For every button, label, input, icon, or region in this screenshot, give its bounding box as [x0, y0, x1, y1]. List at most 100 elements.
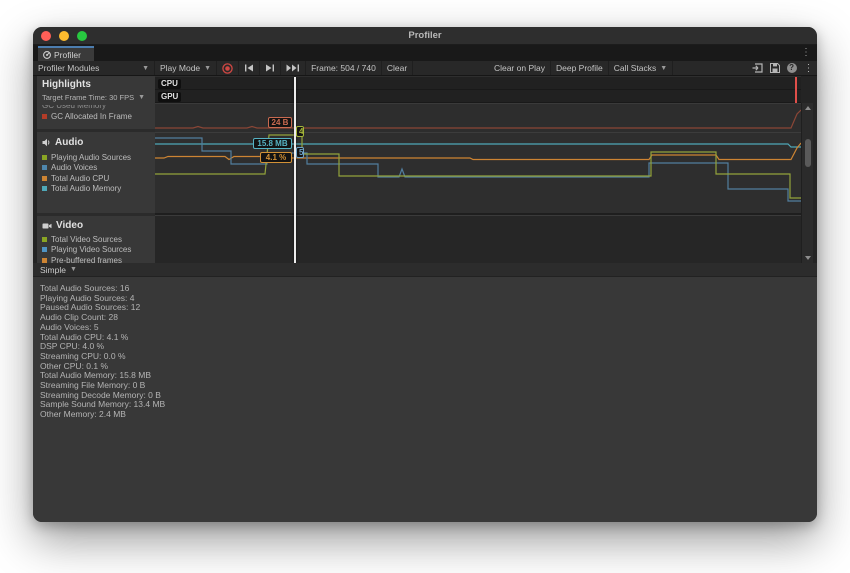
- scrollbar-thumb[interactable]: [805, 139, 811, 167]
- legend-color-swatch: [42, 237, 47, 242]
- play-mode-dropdown[interactable]: Play Mode▼: [155, 61, 217, 75]
- charts-section: Highlights Target Frame Time: 30 FPS ▼ G…: [33, 76, 817, 263]
- video-camera-icon: [42, 222, 52, 230]
- audio-chart-band[interactable]: [155, 132, 801, 213]
- gpu-row-label: GPU: [158, 92, 181, 102]
- module-video[interactable]: Video Total Video Sources Playing Video …: [37, 216, 155, 263]
- modules-sidebar: Highlights Target Frame Time: 30 FPS ▼ G…: [37, 76, 155, 263]
- video-title: Video: [56, 220, 83, 231]
- legend-color-swatch: [42, 186, 47, 191]
- chevron-down-icon: ▼: [660, 65, 667, 72]
- details-view-dropdown[interactable]: Simple ▼: [33, 263, 817, 277]
- details-panel: Simple ▼ Total Audio Sources: 16 Playing…: [33, 263, 817, 522]
- load-profile-button[interactable]: [749, 61, 766, 75]
- help-button[interactable]: ?: [783, 61, 800, 75]
- module-audio[interactable]: Audio Playing Audio Sources Audio Voices…: [37, 132, 155, 213]
- tab-menu-kebab-icon[interactable]: ⋮: [801, 47, 811, 58]
- target-frame-time-dropdown[interactable]: Target Frame Time: 30 FPS ▼: [37, 90, 155, 102]
- current-frame-button[interactable]: [281, 61, 306, 75]
- call-stacks-dropdown[interactable]: Call Stacks▼: [609, 61, 673, 75]
- title-bar: Profiler: [33, 27, 817, 45]
- frame-counter: Frame: 504 / 740: [306, 61, 382, 75]
- help-icon: ?: [787, 63, 797, 73]
- profiler-window: Profiler Profiler ⋮ Profiler Modules▼ Pl…: [33, 27, 817, 522]
- save-profile-button[interactable]: [766, 61, 783, 75]
- memory-chart-band[interactable]: [155, 103, 801, 132]
- chevron-down-icon: ▼: [142, 65, 149, 72]
- frame-indicator-marker: [795, 77, 797, 103]
- toolbar-spacer: [673, 61, 749, 75]
- toolbar-menu-button[interactable]: ⋮: [800, 61, 817, 75]
- legend-total-audio-memory[interactable]: Total Audio Memory: [37, 184, 155, 195]
- stat-line: Audio Clip Count: 28: [40, 313, 817, 323]
- profiler-gauge-icon: [43, 51, 51, 59]
- legend-gc-allocated-in-frame[interactable]: GC Allocated In Frame: [37, 111, 155, 122]
- legend-total-audio-cpu[interactable]: Total Audio CPU: [37, 173, 155, 184]
- scroll-down-arrow-icon[interactable]: [805, 256, 811, 260]
- scroll-up-arrow-icon[interactable]: [805, 106, 811, 110]
- next-frame-button[interactable]: [260, 61, 281, 75]
- tooltip-playing-audio-sources: 4: [296, 126, 304, 137]
- tooltip-audio-voices: 5: [296, 147, 304, 158]
- gpu-highlight-row[interactable]: GPU: [155, 90, 801, 103]
- legend-total-video-sources[interactable]: Total Video Sources: [37, 234, 155, 245]
- module-highlights[interactable]: Highlights Target Frame Time: 30 FPS ▼: [37, 76, 155, 105]
- save-icon: [770, 63, 780, 73]
- tab-profiler[interactable]: Profiler: [38, 46, 94, 61]
- legend-color-swatch: [42, 114, 47, 119]
- audio-stats-block: Total Audio Sources: 16 Playing Audio So…: [33, 277, 817, 420]
- clear-on-play-button[interactable]: Clear on Play: [489, 61, 551, 75]
- chevron-down-icon: ▼: [70, 266, 77, 273]
- tab-label: Profiler: [54, 50, 81, 60]
- previous-frame-button[interactable]: [239, 61, 260, 75]
- clear-button[interactable]: Clear: [382, 61, 413, 75]
- charts-vertical-scrollbar[interactable]: [801, 103, 813, 263]
- stat-line: Total Audio Sources: 16: [40, 284, 817, 294]
- tooltip-gc-allocated: 24 B: [268, 117, 292, 128]
- stat-line: Total Audio Memory: 15.8 MB: [40, 371, 817, 381]
- tab-bar: Profiler ⋮: [33, 45, 817, 61]
- legend-audio-voices[interactable]: Audio Voices: [37, 163, 155, 174]
- next-frame-icon: [265, 64, 275, 72]
- legend-color-swatch: [42, 247, 47, 252]
- previous-frame-icon: [244, 64, 254, 72]
- stat-line: Streaming CPU: 0.0 %: [40, 352, 817, 362]
- legend-color-swatch: [42, 165, 47, 170]
- cpu-row-label: CPU: [158, 79, 181, 89]
- profiler-toolbar: Profiler Modules▼ Play Mode▼ Frame: 504 …: [33, 61, 817, 76]
- video-chart-band[interactable]: [155, 215, 801, 263]
- stat-line: Audio Voices: 5: [40, 323, 817, 333]
- tooltip-total-audio-memory: 15.8 MB: [253, 138, 292, 149]
- stat-line: Total Audio CPU: 4.1 %: [40, 333, 817, 343]
- deep-profile-button[interactable]: Deep Profile: [551, 61, 609, 75]
- audio-title: Audio: [55, 137, 83, 148]
- highlights-title: Highlights: [37, 76, 155, 90]
- legend-color-swatch: [42, 176, 47, 181]
- chevron-down-icon: ▼: [138, 94, 145, 101]
- window-title: Profiler: [33, 30, 817, 41]
- stat-line: DSP CPU: 4.0 %: [40, 342, 817, 352]
- toolbar-spacer: [413, 61, 489, 75]
- legend-playing-audio-sources[interactable]: Playing Audio Sources: [37, 152, 155, 163]
- stat-line: Paused Audio Sources: 12: [40, 303, 817, 313]
- chevron-down-icon: ▼: [204, 65, 211, 72]
- record-icon: [222, 63, 233, 74]
- stat-line: Playing Audio Sources: 4: [40, 294, 817, 304]
- legend-color-swatch: [42, 155, 47, 160]
- profiler-modules-dropdown[interactable]: Profiler Modules▼: [33, 61, 155, 75]
- video-module-header: Video: [37, 216, 155, 231]
- chart-area[interactable]: CPU GPU 24 B 4 15.8 MB 5 4.1 %: [155, 76, 801, 263]
- last-frame-icon: [286, 64, 300, 72]
- playhead-line[interactable]: [294, 77, 296, 263]
- legend-color-swatch: [42, 258, 47, 263]
- kebab-menu-icon: ⋮: [804, 63, 814, 74]
- module-memory[interactable]: GC Used Memory GC Allocated In Frame: [37, 105, 155, 129]
- stat-line: Other CPU: 0.1 %: [40, 362, 817, 372]
- record-button[interactable]: [217, 61, 239, 75]
- speaker-icon: [42, 138, 51, 147]
- cpu-highlight-row[interactable]: CPU: [155, 77, 801, 90]
- tooltip-total-audio-cpu: 4.1 %: [260, 152, 292, 163]
- load-icon: [752, 63, 763, 73]
- stat-line: Sample Sound Memory: 13.4 MB: [40, 400, 817, 410]
- legend-playing-video-sources[interactable]: Playing Video Sources: [37, 245, 155, 256]
